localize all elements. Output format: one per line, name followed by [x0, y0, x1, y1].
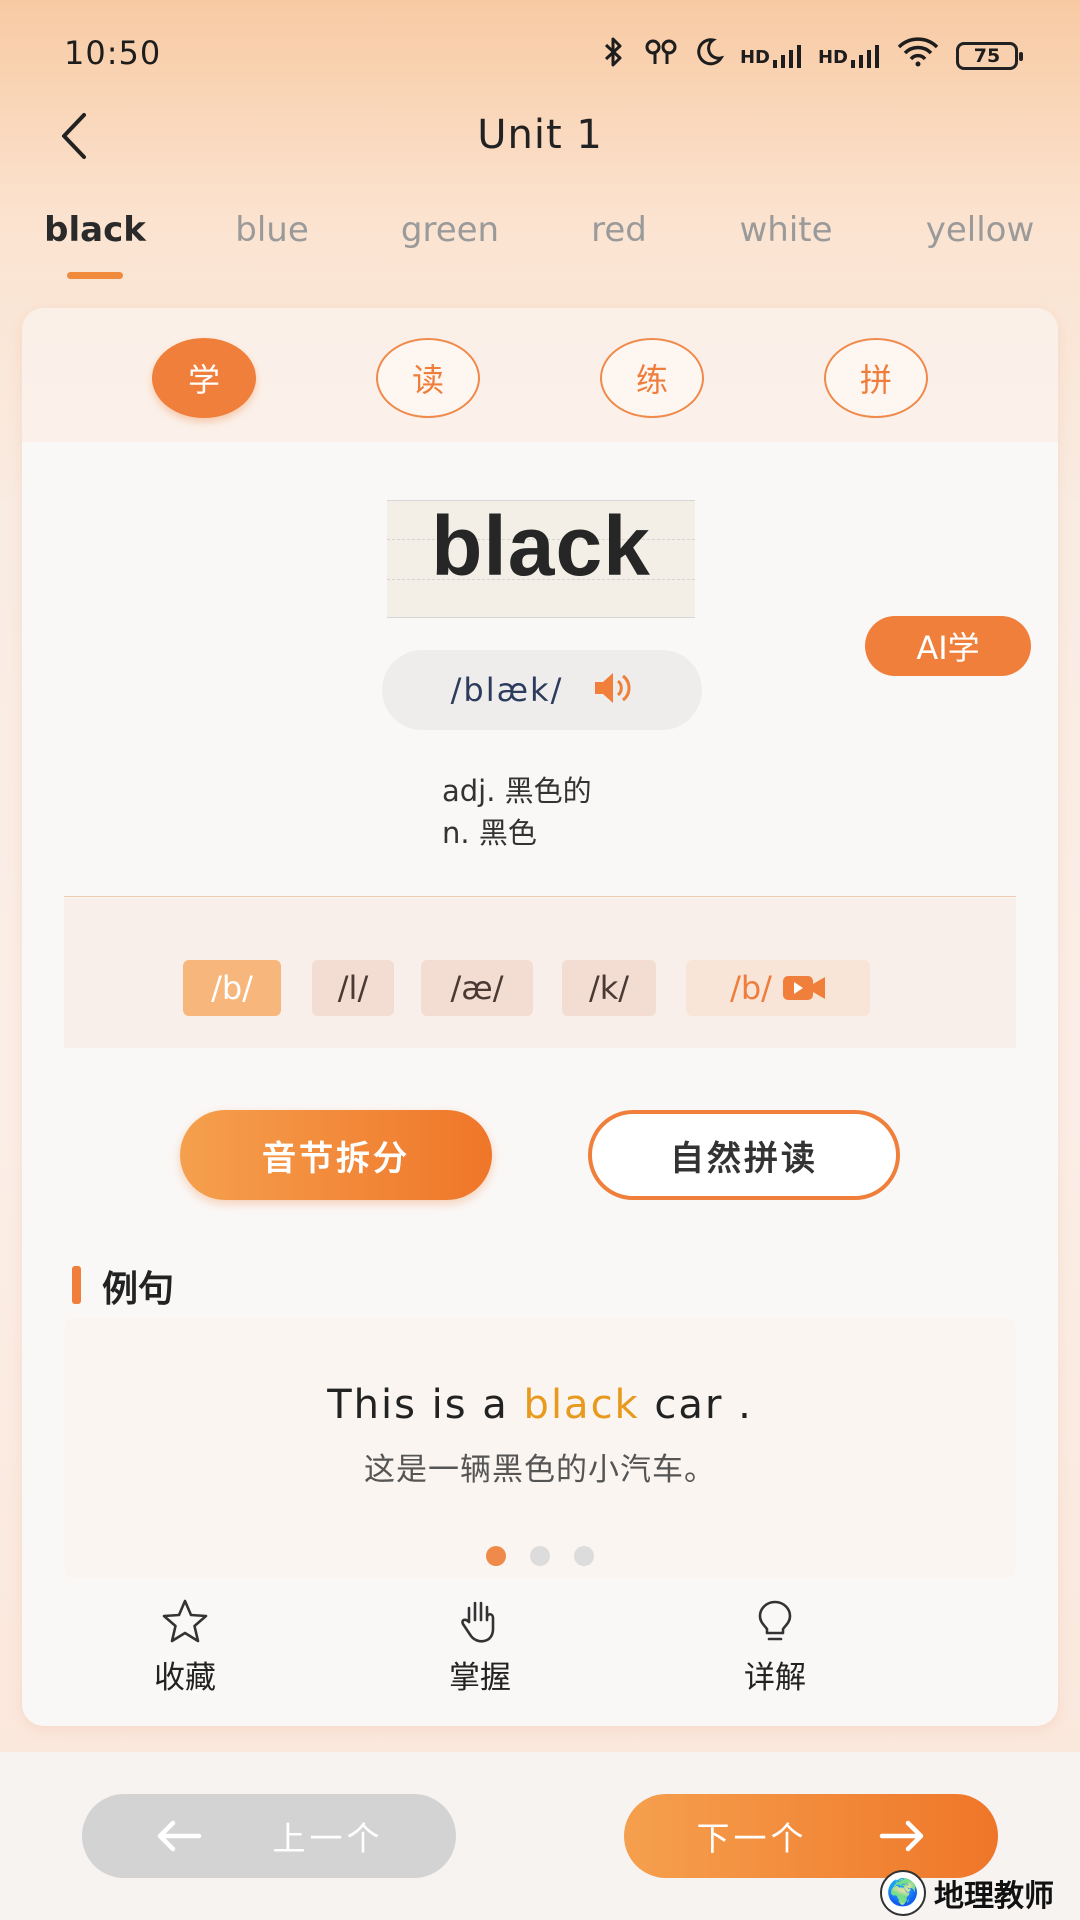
sentence-part: car .	[639, 1382, 753, 1428]
previous-button[interactable]: 上一个	[82, 1794, 456, 1878]
example-section-title: 例句	[102, 1269, 175, 1310]
moon-icon	[694, 37, 725, 74]
next-button[interactable]: 下一个	[624, 1794, 998, 1878]
meaning-noun: n. 黑色	[442, 816, 537, 850]
hand-icon	[461, 1601, 495, 1643]
tab-red[interactable]: red	[591, 210, 647, 250]
phoneme-chip[interactable]: /æ/	[421, 960, 533, 1016]
master-label: 掌握	[449, 1660, 511, 1696]
wifi-icon	[896, 37, 940, 74]
phonetic-pill[interactable]: /blæk/	[382, 650, 702, 730]
favorite-button[interactable]: 收藏	[105, 1598, 265, 1697]
favorite-label: 收藏	[154, 1660, 216, 1696]
word-card: 学 读 练 拼 black AI学 /blæk/ adj. 黑色的 n. 黑色 …	[22, 308, 1058, 1726]
natural-phonics-button[interactable]: 自然拼读	[588, 1110, 900, 1200]
network-type-2: HD	[817, 46, 848, 68]
watermark: 🌍 地理教师	[880, 1870, 1054, 1916]
example-sentence: This is a black car .	[64, 1382, 1016, 1428]
bluetooth-icon	[600, 36, 628, 75]
carousel-dot[interactable]	[486, 1546, 506, 1566]
divider	[64, 896, 1016, 897]
detail-button[interactable]: 详解	[695, 1598, 855, 1697]
word-text: black	[431, 499, 651, 593]
syllable-split-button[interactable]: 音节拆分	[180, 1110, 492, 1200]
signal-2-icon: HD	[818, 44, 880, 68]
status-icons: HD HD 75	[600, 36, 1023, 75]
page-title: Unit 1	[477, 112, 603, 158]
globe-logo-icon: 🌍	[880, 1870, 926, 1916]
phoneme-video-button[interactable]: /b/	[686, 960, 870, 1016]
battery-icon: 75	[956, 41, 1023, 70]
mode-read-button[interactable]: 读	[376, 338, 480, 418]
section-marker	[72, 1266, 81, 1304]
carousel-dots	[64, 1546, 1016, 1566]
arrow-left-icon	[157, 1820, 201, 1852]
speaker-icon[interactable]	[591, 668, 633, 712]
mode-practice-button[interactable]: 练	[600, 338, 704, 418]
phoneme-video-label: /b/	[730, 969, 772, 1007]
example-translation: 这是一辆黑色的小汽车。	[364, 1452, 716, 1488]
previous-label: 上一个	[272, 1819, 384, 1858]
example-carousel[interactable]: This is a black car . 这是一辆黑色的小汽车。	[64, 1318, 1016, 1578]
earbuds-icon	[644, 37, 678, 74]
carousel-dot[interactable]	[574, 1546, 594, 1566]
tab-blue[interactable]: blue	[235, 210, 309, 250]
phoneme-chip[interactable]: /b/	[183, 960, 281, 1016]
status-time: 10:50	[64, 34, 162, 72]
mode-bar: 学 读 练 拼	[22, 308, 1058, 442]
word-meanings: adj. 黑色的 n. 黑色	[442, 770, 592, 854]
ai-learn-button[interactable]: AI学	[865, 616, 1031, 676]
meaning-adj: adj. 黑色的	[442, 774, 592, 808]
star-icon	[162, 1599, 208, 1643]
tab-white[interactable]: white	[739, 210, 832, 250]
signal-1-icon: HD	[740, 44, 802, 68]
sentence-part: This is a	[327, 1382, 524, 1428]
tab-yellow[interactable]: yellow	[926, 210, 1035, 250]
phoneme-chip[interactable]: /k/	[562, 960, 656, 1016]
next-label: 下一个	[696, 1819, 808, 1858]
mode-learn-button[interactable]: 学	[152, 338, 256, 418]
mode-spell-button[interactable]: 拼	[824, 338, 928, 418]
master-button[interactable]: 掌握	[400, 1598, 560, 1697]
highlighted-word: black	[523, 1382, 640, 1428]
lightbulb-icon	[758, 1600, 792, 1641]
watermark-text: 地理教师	[934, 1879, 1054, 1914]
carousel-dot[interactable]	[530, 1546, 550, 1566]
tab-green[interactable]: green	[401, 210, 499, 250]
tab-black[interactable]: black	[44, 210, 146, 250]
video-icon	[782, 976, 825, 1000]
detail-label: 详解	[744, 1660, 806, 1696]
phonetic-text: /blæk/	[450, 671, 564, 709]
word-tabs: black blue green red white yellow	[0, 210, 1080, 280]
active-tab-indicator	[67, 272, 123, 279]
phoneme-chip[interactable]: /l/	[312, 960, 394, 1016]
arrow-right-icon	[879, 1820, 923, 1852]
network-type-1: HD	[739, 46, 770, 68]
